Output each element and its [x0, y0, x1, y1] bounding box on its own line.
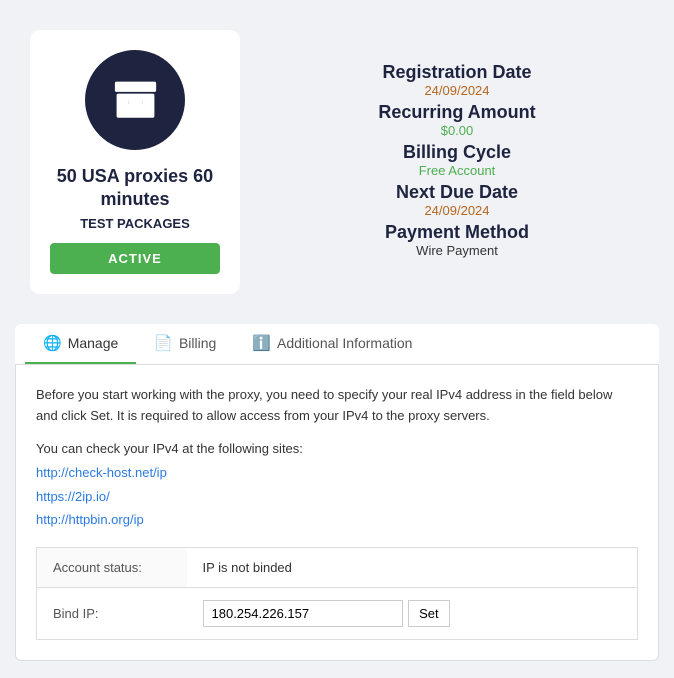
intro-line1: Before you start working with the proxy,…	[36, 387, 612, 402]
billing-icon: 📄	[154, 334, 173, 352]
info-icon: ℹ️	[252, 334, 271, 352]
registration-date-label: Registration Date	[270, 62, 644, 83]
link-httpbin[interactable]: http://httpbin.org/ip	[36, 508, 638, 531]
tab-additional-info-label: Additional Information	[277, 335, 412, 351]
account-status-row: Account status: IP is not binded	[37, 547, 638, 587]
intro-paragraph: Before you start working with the proxy,…	[36, 385, 638, 427]
check-text: You can check your IPv4 at the following…	[36, 441, 638, 456]
payment-method-item: Payment Method Wire Payment	[270, 222, 644, 260]
payment-method-label: Payment Method	[270, 222, 644, 243]
bind-ip-cell: Set	[187, 587, 638, 639]
account-status-value: IP is not binded	[187, 547, 638, 587]
product-left-panel: 50 USA proxies 60 minutes TEST PACKAGES …	[30, 30, 240, 294]
next-due-date-item: Next Due Date 24/09/2024	[270, 182, 644, 220]
tab-billing[interactable]: 📄 Billing	[136, 324, 234, 364]
account-status-label: Account status:	[37, 547, 187, 587]
links-section: You can check your IPv4 at the following…	[36, 441, 638, 531]
next-due-date-value: 24/09/2024	[270, 203, 644, 218]
recurring-amount-label: Recurring Amount	[270, 102, 644, 123]
tab-billing-label: Billing	[179, 335, 216, 351]
status-badge: ACTIVE	[50, 243, 220, 274]
recurring-amount-value: $0.00	[270, 123, 644, 138]
billing-cycle-item: Billing Cycle Free Account	[270, 142, 644, 180]
intro-line2: and click Set. It is required to allow a…	[36, 408, 490, 423]
registration-date-item: Registration Date 24/09/2024	[270, 62, 644, 100]
billing-cycle-value: Free Account	[270, 163, 644, 178]
product-name: 50 USA proxies 60 minutes	[50, 165, 220, 212]
bind-ip-row: Bind IP: Set	[37, 587, 638, 639]
registration-date-value: 24/09/2024	[270, 83, 644, 98]
payment-method-value: Wire Payment	[270, 243, 644, 258]
tabs-bar: 🌐 Manage 📄 Billing ℹ️ Additional Informa…	[15, 324, 659, 365]
link-check-host[interactable]: http://check-host.net/ip	[36, 461, 638, 484]
next-due-date-label: Next Due Date	[270, 182, 644, 203]
tab-additional-info[interactable]: ℹ️ Additional Information	[234, 324, 430, 364]
status-table: Account status: IP is not binded Bind IP…	[36, 547, 638, 640]
bind-ip-label: Bind IP:	[37, 587, 187, 639]
box-icon	[108, 73, 163, 128]
product-tag: TEST PACKAGES	[80, 216, 190, 231]
link-2ip[interactable]: https://2ip.io/	[36, 485, 638, 508]
tabs-section: 🌐 Manage 📄 Billing ℹ️ Additional Informa…	[15, 324, 659, 661]
product-card: 50 USA proxies 60 minutes TEST PACKAGES …	[10, 10, 664, 314]
product-details: Registration Date 24/09/2024 Recurring A…	[270, 62, 644, 262]
billing-cycle-label: Billing Cycle	[270, 142, 644, 163]
recurring-amount-item: Recurring Amount $0.00	[270, 102, 644, 140]
tab-manage-label: Manage	[68, 335, 119, 351]
bind-ip-input[interactable]	[203, 600, 403, 627]
manage-content-panel: Before you start working with the proxy,…	[15, 365, 659, 661]
tab-manage[interactable]: 🌐 Manage	[25, 324, 136, 364]
set-button[interactable]: Set	[408, 600, 450, 627]
manage-icon: 🌐	[43, 334, 62, 352]
product-icon	[85, 50, 185, 150]
